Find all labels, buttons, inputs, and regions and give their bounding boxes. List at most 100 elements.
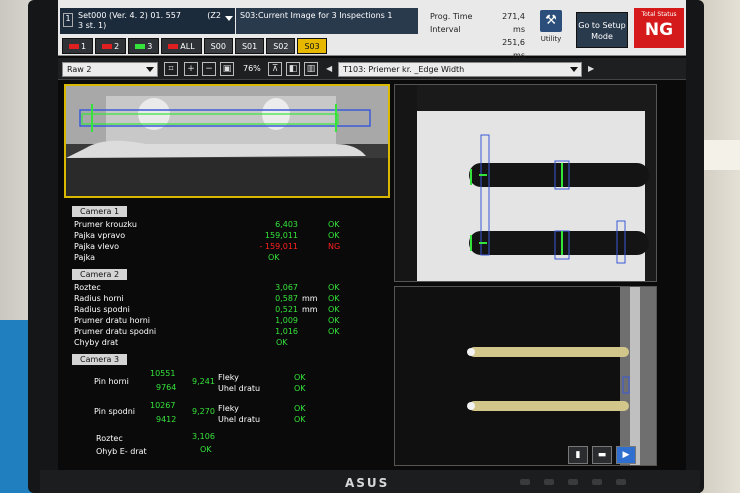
timing-values: 271,4 ms 251,6 ms xyxy=(490,10,525,62)
timing-labels: Prog. Time Interval xyxy=(430,10,472,36)
result-name: Prumer dratu horni xyxy=(74,316,151,325)
fit-icon[interactable]: ⌗ xyxy=(164,62,178,76)
header-bar: 1 Set000 (Ver. 4. 2) 01. 557 3 st. 1) (Z… xyxy=(58,0,686,60)
chevron-down-icon xyxy=(570,67,578,72)
play-icon[interactable]: ▶ xyxy=(616,446,636,464)
result-status: OK xyxy=(328,327,340,336)
result-value: 159,011 xyxy=(264,231,298,240)
monitor-button-4[interactable] xyxy=(592,479,602,485)
monitor-button-5[interactable] xyxy=(616,479,626,485)
result-name: Radius horni xyxy=(74,294,124,303)
result-unit: mm xyxy=(302,294,318,303)
result-row: Pajka vlevo - 159,011 NG xyxy=(72,241,384,252)
utility-button[interactable]: ⚒ Utility xyxy=(536,10,566,50)
tab-s02[interactable]: S02 xyxy=(266,38,296,54)
tab-camera-all[interactable]: ALL xyxy=(161,38,202,54)
result-value: 1,016 xyxy=(275,327,298,336)
result-name: Prumer krouzku xyxy=(74,220,137,229)
program-selector[interactable]: 1 Set000 (Ver. 4. 2) 01. 557 3 st. 1) (Z… xyxy=(60,8,235,34)
prog-time-value: 271,4 ms xyxy=(502,12,525,34)
zoom-in-icon[interactable]: + xyxy=(184,62,198,76)
uhel-status-1: OK xyxy=(294,384,306,393)
roztec-value: 3,106 xyxy=(192,432,215,441)
result-row: Roztec 3,067 OK xyxy=(72,282,384,293)
camera-3-label: Camera 3 xyxy=(72,354,128,365)
camera-icon xyxy=(102,44,113,49)
prev-tool-icon[interactable]: ◀ xyxy=(326,64,332,73)
next-tool-icon[interactable]: ▶ xyxy=(588,64,594,73)
result-status: OK xyxy=(268,253,280,262)
zoom-level: 76% xyxy=(243,64,261,73)
camera-view-main xyxy=(66,86,388,196)
result-value: - 159,011 xyxy=(259,242,298,251)
edge-icon[interactable]: ⊼ xyxy=(268,62,282,76)
result-status: OK xyxy=(328,316,340,325)
result-row: Pajka OK xyxy=(72,252,384,263)
tool-select[interactable]: T103: Priemer kr. _Edge Width xyxy=(338,62,582,77)
monitor-brand: ASUS xyxy=(345,476,390,490)
pin-horni-value-2: 9764 xyxy=(156,383,177,392)
camera-view-3 xyxy=(395,287,656,465)
status-message: S03:Current Image for 3 Inspections 1 xyxy=(236,8,418,34)
screen: 1 Set000 (Ver. 4. 2) 01. 557 3 st. 1) (Z… xyxy=(58,0,686,470)
result-status: OK xyxy=(328,283,340,292)
display-mode-buttons: ▮ ▬ ▶ xyxy=(568,446,636,464)
result-name: Chyby drat xyxy=(74,338,119,347)
camera-image-2[interactable] xyxy=(394,84,657,282)
result-name: Radius spodni xyxy=(74,305,130,314)
result-value: 1,009 xyxy=(275,316,298,325)
result-status: OK xyxy=(328,305,340,314)
chart-icon[interactable]: ▮ xyxy=(568,446,588,464)
total-status-value: NG xyxy=(644,20,674,40)
tab-s03[interactable]: S03 xyxy=(297,38,327,54)
result-status: OK xyxy=(328,294,340,303)
camera-1-label: Camera 1 xyxy=(72,206,128,217)
fullscreen-icon[interactable]: ▣ xyxy=(220,62,234,76)
result-row: Radius spodni 0,521 mm OK xyxy=(72,304,384,315)
camera-image-main[interactable] xyxy=(64,84,390,198)
chevron-down-icon xyxy=(225,16,233,21)
result-row: Chyby drat OK xyxy=(72,337,384,348)
utility-label: Utility xyxy=(540,35,562,43)
result-name: Roztec xyxy=(74,283,101,292)
interval-label: Interval xyxy=(430,25,461,34)
list-icon[interactable]: ▬ xyxy=(592,446,612,464)
tab-camera-2[interactable]: 2 xyxy=(95,38,127,54)
pin-horni-label: Pin horni xyxy=(94,377,129,386)
zoom-out-icon[interactable]: − xyxy=(202,62,216,76)
tab-s00[interactable]: S00 xyxy=(203,38,233,54)
uhel-status-2: OK xyxy=(294,415,306,424)
monitor-buttons xyxy=(520,479,626,485)
fleky-label-1: Fleky xyxy=(218,373,239,382)
result-value: 6,403 xyxy=(275,220,298,229)
tools-icon: ⚒ xyxy=(540,10,562,32)
program-number: 1 xyxy=(63,13,73,27)
result-value: 3,067 xyxy=(275,283,298,292)
uhel-label-2: Uhel dratu xyxy=(218,415,261,424)
monitor-button-3[interactable] xyxy=(568,479,578,485)
chevron-down-icon xyxy=(146,67,154,72)
camera-view-2 xyxy=(395,85,656,281)
pin-spodni-value-2: 9412 xyxy=(156,415,177,424)
tab-bar: 1 2 3 ALL S00 S01 S02 S03 xyxy=(62,38,327,55)
tab-camera-1[interactable]: 1 xyxy=(62,38,94,54)
result-status: OK xyxy=(328,220,340,229)
view-select[interactable]: Raw 2 xyxy=(62,62,158,77)
result-row: Radius horni 0,587 mm OK xyxy=(72,293,384,304)
prog-time-label: Prog. Time xyxy=(430,12,473,21)
program-line2: 3 st. 1) xyxy=(78,21,107,30)
total-status-badge: Total Status NG xyxy=(634,8,684,48)
monitor-button-2[interactable] xyxy=(544,479,554,485)
uhel-label-1: Uhel dratu xyxy=(218,384,261,393)
tab-camera-3[interactable]: 3 xyxy=(128,38,160,54)
camera-image-3[interactable] xyxy=(394,286,657,466)
camera-2-label: Camera 2 xyxy=(72,269,128,280)
result-row: Pajka vpravo 159,011 OK xyxy=(72,230,384,241)
monitor-button-1[interactable] xyxy=(520,479,530,485)
histogram-icon[interactable]: ▥ xyxy=(304,62,318,76)
fleky-status-2: OK xyxy=(294,404,306,413)
tab-s01[interactable]: S01 xyxy=(234,38,265,54)
goto-setup-button[interactable]: Go to Setup Mode xyxy=(576,12,628,48)
contrast-icon[interactable]: ◧ xyxy=(286,62,300,76)
pin-spodni-value-1: 10267 xyxy=(150,401,176,410)
